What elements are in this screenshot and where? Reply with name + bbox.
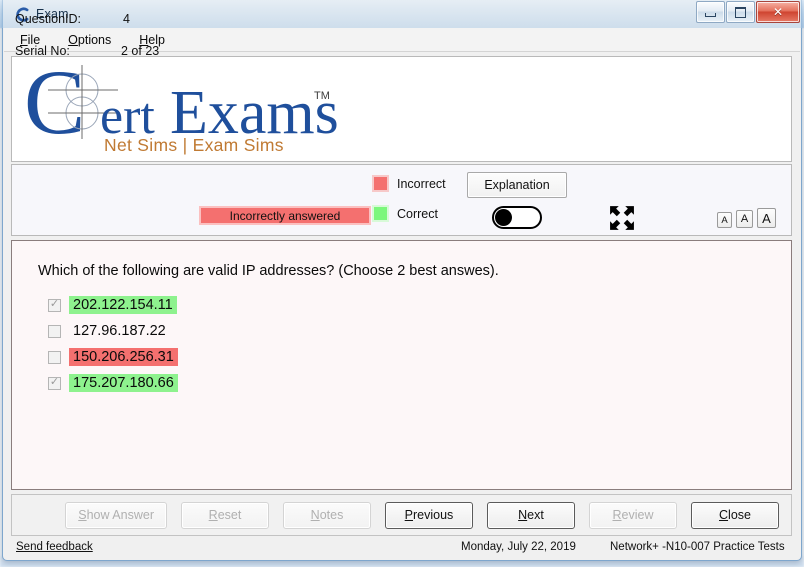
explanation-toggle-switch[interactable]	[492, 206, 542, 229]
option-label: 127.96.187.22	[73, 323, 166, 339]
show-answer-button[interactable]: Show Answer	[65, 501, 167, 529]
maximize-button[interactable]	[726, 1, 755, 23]
option-label: 175.207.180.66	[69, 374, 178, 392]
menu-item-options[interactable]: Options	[68, 33, 111, 47]
option-checkbox-unchecked[interactable]	[48, 350, 61, 364]
svg-text:TM: TM	[314, 90, 330, 102]
option-label: 202.122.154.11	[69, 296, 177, 314]
explanation-button[interactable]: Explanation	[467, 172, 567, 198]
legend-incorrect: Incorrect	[372, 175, 446, 192]
font-size-medium-button[interactable]: A	[736, 210, 753, 228]
logo-tagline-right: Exam Sims	[192, 135, 284, 155]
fullscreen-expand-icon[interactable]	[609, 205, 635, 231]
option-label: 150.206.256.31	[69, 348, 178, 366]
question-id-value: 4	[123, 12, 130, 26]
option-checkbox-checked[interactable]: ✓	[48, 376, 61, 390]
legend-correct-swatch	[372, 205, 389, 222]
answer-option-row[interactable]: ✓ 202.122.154.11	[48, 293, 178, 317]
previous-button[interactable]: Previous	[385, 501, 473, 529]
reset-button[interactable]: Reset	[181, 501, 269, 529]
font-size-large-button[interactable]: A	[757, 208, 776, 228]
answer-option-row[interactable]: 150.206.256.31	[48, 345, 178, 369]
branding-panel: C ert Exams TM Net Sims | Exam Sims	[11, 51, 792, 162]
status-date: Monday, July 22, 2019	[461, 541, 576, 553]
next-button[interactable]: Next	[487, 501, 575, 529]
window-titlebar[interactable]: Exam ✕	[0, 0, 804, 28]
close-button[interactable]: ✕	[756, 1, 800, 23]
certexams-logo: C ert Exams TM Net Sims | Exam Sims	[22, 51, 342, 161]
exam-application-window: Exam ✕ FFileile Options Help C	[0, 0, 804, 561]
serial-no-value: 2 of 23	[121, 44, 160, 58]
close-icon: ✕	[772, 5, 784, 19]
maximize-icon	[735, 6, 746, 18]
question-text: Which of the following are valid IP addr…	[38, 263, 499, 279]
answer-options-list: ✓ 202.122.154.11 127.96.187.22 150.206.2…	[48, 293, 178, 397]
window-controls: ✕	[695, 1, 800, 23]
font-size-small-button[interactable]: A	[717, 212, 732, 228]
toggle-knob	[495, 209, 512, 226]
review-button[interactable]: Review	[589, 501, 677, 529]
answer-option-row[interactable]: 127.96.187.22	[48, 319, 178, 343]
answer-option-row[interactable]: ✓ 175.207.180.66	[48, 371, 178, 395]
logo-tagline-left: Net Sims	[104, 135, 178, 155]
checkmark-icon: ✓	[49, 376, 60, 388]
font-size-controls: A A A	[717, 208, 776, 228]
status-bar: Send feedback Monday, July 22, 2019 Netw…	[4, 538, 800, 559]
serial-no-label: Serial No:	[15, 44, 70, 58]
legend-correct-label: Correct	[397, 206, 438, 221]
logo-tagline-separator: |	[182, 135, 188, 155]
logo-tagline: Net Sims | Exam Sims	[104, 135, 284, 156]
legend-incorrect-swatch	[372, 175, 389, 192]
close-window-button[interactable]: Close	[691, 501, 779, 529]
option-checkbox-unchecked[interactable]	[48, 324, 61, 338]
minimize-button[interactable]	[696, 1, 725, 23]
checkmark-icon: ✓	[49, 298, 60, 310]
legend-incorrect-label: Incorrect	[397, 176, 446, 191]
question-content-panel: Which of the following are valid IP addr…	[11, 240, 792, 490]
minimize-icon	[705, 12, 716, 17]
notes-button[interactable]: Notes	[283, 501, 371, 529]
option-checkbox-checked[interactable]: ✓	[48, 298, 61, 312]
send-feedback-link[interactable]: Send feedback	[16, 541, 93, 553]
answer-status-badge: Incorrectly answered	[199, 206, 371, 225]
action-button-bar: Show Answer Reset Notes Previous Next Re…	[11, 494, 792, 536]
question-id-label: QuestionID:	[15, 12, 82, 26]
status-product: Network+ -N10-007 Practice Tests	[610, 541, 785, 553]
legend-correct: Correct	[372, 205, 438, 222]
